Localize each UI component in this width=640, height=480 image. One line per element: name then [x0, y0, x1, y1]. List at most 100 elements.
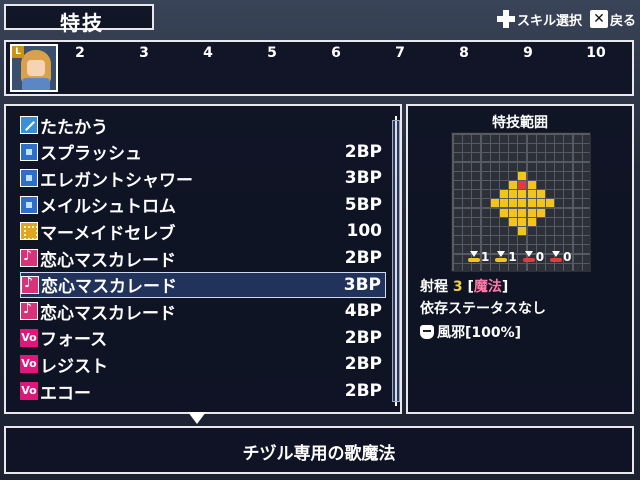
range-cell	[582, 153, 591, 162]
skill-info-panel: 特技範囲 1 1 0 0 射程 3 [魔法] 依存ステータスなし 風邪[100%…	[406, 104, 634, 414]
range-cell	[555, 171, 564, 180]
character-portrait[interactable]: L	[10, 44, 58, 92]
range-cell	[454, 135, 462, 143]
range-cell	[472, 208, 481, 217]
back-hint[interactable]: 戻る	[610, 10, 636, 29]
range-cell	[536, 236, 545, 245]
skill-row[interactable]: 恋心マスカレード 2BP	[20, 245, 386, 271]
range-cell	[463, 144, 472, 153]
range-cell	[500, 153, 508, 162]
slot-8[interactable]: 8	[452, 45, 476, 61]
slot-5[interactable]: 5	[260, 45, 284, 61]
range-cell	[527, 263, 536, 272]
scroll-down-icon[interactable]	[188, 412, 206, 424]
skill-row[interactable]: スプラッシュ 2BP	[20, 139, 386, 165]
range-cell	[463, 208, 472, 217]
modifier-3: 0	[522, 250, 544, 264]
range-cell	[454, 236, 462, 245]
slot-9[interactable]: 9	[516, 45, 540, 61]
slot-6[interactable]: 6	[324, 45, 348, 61]
range-cell	[481, 208, 490, 217]
range-cell	[546, 181, 554, 189]
slot-3[interactable]: 3	[132, 45, 156, 61]
skill-description: チヅル専用の歌魔法	[242, 444, 396, 464]
range-cell	[490, 227, 499, 235]
water-icon	[20, 195, 38, 214]
range-cell	[573, 181, 582, 189]
range-cell	[518, 135, 527, 143]
slot-7[interactable]: 7	[388, 45, 412, 61]
range-cell	[463, 162, 472, 171]
range-cell	[582, 208, 591, 217]
range-cell	[490, 199, 499, 208]
range-cell	[490, 162, 499, 171]
range-cell	[500, 236, 508, 245]
range-cell	[472, 199, 481, 208]
party-slot-bar: L 2 3 4 5 6 7 8 9 10	[4, 40, 634, 96]
scrollbar[interactable]	[392, 116, 400, 406]
range-cell	[546, 199, 554, 208]
range-cell	[481, 217, 490, 226]
down-arrow-icon	[550, 251, 563, 263]
skill-row[interactable]: Vo フォース 2BP	[20, 325, 386, 351]
range-cell	[536, 171, 545, 180]
range-cell	[546, 153, 554, 162]
skill-row[interactable]: Vo レジスト 2BP	[20, 351, 386, 377]
range-cell	[454, 171, 462, 180]
vo-icon: Vo	[20, 382, 38, 400]
skill-row[interactable]: 恋心マスカレード 3BP	[20, 271, 386, 298]
skill-row[interactable]: マーメイドセレブ 100	[20, 218, 386, 244]
range-cell	[490, 236, 499, 245]
range-cell	[546, 190, 554, 199]
range-cell	[454, 217, 462, 226]
range-cell	[527, 153, 536, 162]
range-cell	[490, 135, 499, 143]
range-cell	[472, 236, 481, 245]
range-cell	[546, 263, 554, 272]
skill-cost: 2BP	[344, 354, 382, 375]
range-cell	[536, 199, 545, 208]
slot-2[interactable]: 2	[68, 45, 92, 61]
skill-name: スプラッシュ	[40, 144, 142, 165]
skill-row[interactable]: エレガントシャワー 3BP	[20, 165, 386, 191]
range-cell	[472, 217, 481, 226]
range-cell	[546, 171, 554, 180]
skill-name: 恋心マスカレード	[40, 250, 176, 271]
range-cell	[546, 227, 554, 235]
range-cell	[490, 263, 499, 272]
range-cell	[472, 227, 481, 235]
scrollbar-thumb[interactable]	[392, 120, 400, 402]
range-cell	[564, 162, 573, 171]
dpad-icon	[496, 10, 515, 28]
range-cell	[564, 144, 573, 153]
range-cell	[509, 217, 518, 226]
range-cell	[536, 181, 545, 189]
cancel-button-icon[interactable]: ✕	[589, 10, 608, 28]
range-cell	[564, 181, 573, 189]
range-cell	[546, 217, 554, 226]
slot-4[interactable]: 4	[196, 45, 220, 61]
skill-cost: 2BP	[344, 381, 382, 401]
skill-name: マーメイドセレブ	[40, 223, 176, 244]
range-cell	[500, 263, 508, 272]
skill-row[interactable]: たたかう	[20, 112, 386, 138]
music-icon	[20, 301, 38, 321]
range-cell	[472, 135, 481, 143]
skill-row[interactable]: Vo エコー 2BP	[20, 378, 386, 404]
skill-row[interactable]: 恋心マスカレード 4BP	[20, 298, 386, 324]
range-cell	[454, 162, 462, 171]
skill-cost: 2BP	[344, 141, 382, 162]
skill-row[interactable]: メイルシュトロム 5BP	[20, 192, 386, 218]
skill-name: メイルシュトロム	[40, 197, 176, 218]
range-cell	[527, 227, 536, 235]
range-cell	[582, 162, 591, 171]
range-cell	[481, 199, 490, 208]
range-cell	[481, 190, 490, 199]
range-cell	[582, 135, 591, 143]
slot-10[interactable]: 10	[584, 45, 608, 61]
range-cell	[564, 263, 573, 272]
range-cell	[509, 171, 518, 180]
range-cell	[564, 171, 573, 180]
skill-cost: 2BP	[344, 327, 382, 348]
range-cell	[509, 144, 518, 153]
